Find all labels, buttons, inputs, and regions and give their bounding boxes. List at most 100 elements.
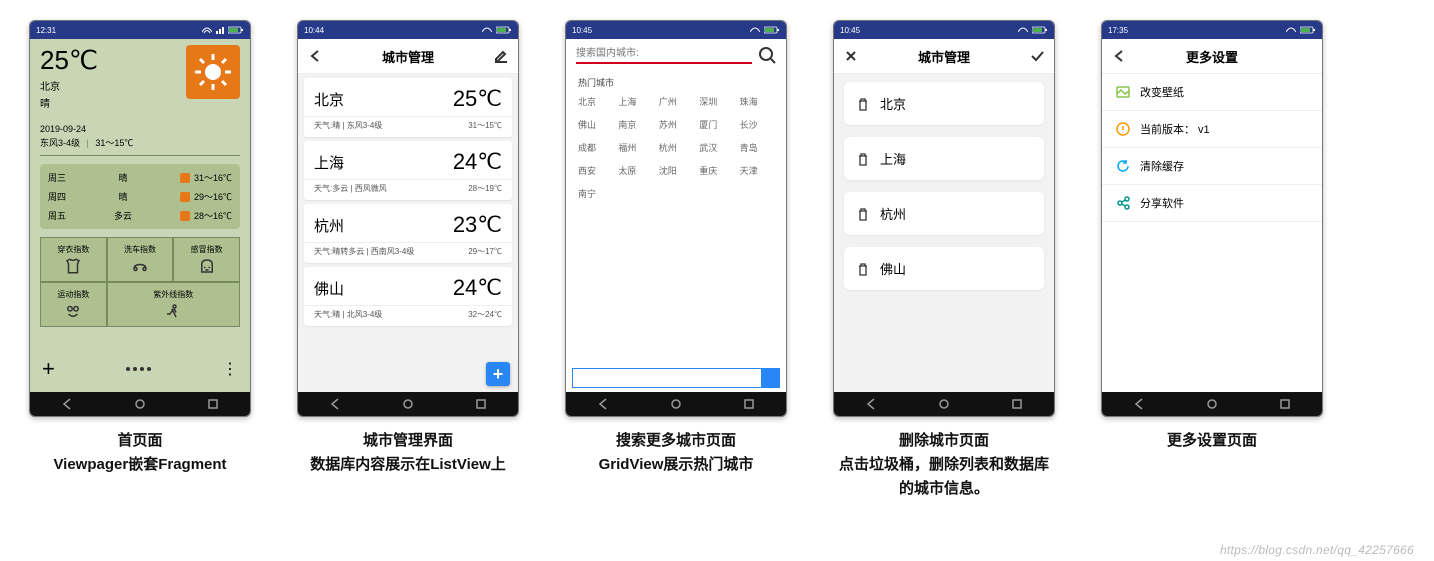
settings-label: 分享软件 — [1140, 195, 1184, 211]
status-bar: 10:45 — [834, 21, 1054, 39]
trash-icon[interactable] — [856, 152, 870, 166]
current-city: 北京 — [40, 78, 98, 93]
settings-item[interactable]: 分享软件 — [1102, 185, 1322, 222]
city-name: 上海 — [880, 149, 906, 168]
index-cell[interactable]: 洗车指数 — [107, 237, 174, 282]
nav-recent-icon[interactable] — [475, 398, 487, 410]
add-city-button[interactable]: + — [486, 362, 510, 386]
phone-settings: 17:35 更多设置 改变壁纸当前版本： v1清除缓存分享软件 — [1101, 20, 1323, 417]
nav-back-icon[interactable] — [597, 398, 609, 410]
android-navbar — [298, 392, 518, 416]
settings-item[interactable]: 清除缓存 — [1102, 148, 1322, 185]
nav-recent-icon[interactable] — [743, 398, 755, 410]
sun-icon — [180, 192, 190, 202]
back-button[interactable] — [1112, 49, 1126, 63]
nav-home-icon[interactable] — [402, 398, 414, 410]
city-chip[interactable]: 苏州 — [659, 118, 693, 131]
toolbar: 城市管理 — [298, 39, 518, 74]
city-chip[interactable]: 武汉 — [699, 141, 733, 154]
city-chip[interactable]: 长沙 — [740, 118, 774, 131]
settings-item[interactable]: 当前版本： v1 — [1102, 111, 1322, 148]
nav-home-icon[interactable] — [938, 398, 950, 410]
city-card[interactable]: 杭州23℃天气:晴转多云 | 西南风3-4级29～17℃ — [304, 204, 512, 263]
delete-city-card[interactable]: 北京 — [844, 82, 1044, 125]
delete-city-card[interactable]: 上海 — [844, 137, 1044, 180]
sun-icon — [186, 45, 240, 99]
add-button[interactable]: + — [42, 356, 55, 382]
edit-button[interactable] — [494, 49, 508, 63]
wind-range-row: 东风3-4级 | 31～15℃ — [40, 136, 240, 149]
nav-back-icon[interactable] — [865, 398, 877, 410]
nav-recent-icon[interactable] — [207, 398, 219, 410]
city-card[interactable]: 北京25℃天气:晴 | 东风3-4级31～15℃ — [304, 78, 512, 137]
sport-icon — [64, 302, 82, 320]
battery-icon — [228, 26, 244, 34]
city-desc: 天气:晴转多云 | 西南风3-4级 — [314, 246, 414, 257]
city-chip[interactable]: 南宁 — [578, 187, 612, 200]
city-chip[interactable]: 北京 — [578, 95, 612, 108]
search-icon[interactable] — [758, 46, 776, 64]
city-chip[interactable]: 珠海 — [740, 95, 774, 108]
city-card[interactable]: 佛山24℃天气:晴 | 北风3-4级32～24℃ — [304, 267, 512, 326]
city-chip[interactable]: 太原 — [618, 164, 652, 177]
back-button[interactable] — [308, 49, 322, 63]
city-range: 29～17℃ — [468, 246, 502, 257]
close-button[interactable] — [844, 49, 858, 63]
city-chip[interactable]: 天津 — [740, 164, 774, 177]
city-card[interactable]: 上海24℃天气:多云 | 西风微风28～19℃ — [304, 141, 512, 200]
index-cell[interactable]: 运动指数 — [40, 282, 107, 327]
index-cell[interactable]: 穿衣指数 — [40, 237, 107, 282]
city-chip[interactable]: 上海 — [618, 95, 652, 108]
section-title: 热门城市 — [578, 76, 774, 89]
nav-home-icon[interactable] — [1206, 398, 1218, 410]
watermark-text: https://blog.csdn.net/qq_42257666 — [1220, 543, 1414, 557]
city-chip[interactable]: 佛山 — [578, 118, 612, 131]
status-time: 17:35 — [1108, 26, 1128, 35]
city-chip[interactable]: 深圳 — [699, 95, 733, 108]
trash-icon[interactable] — [856, 97, 870, 111]
city-chip[interactable]: 青岛 — [740, 141, 774, 154]
page-title: 更多设置 — [1126, 47, 1298, 66]
bottom-input[interactable] — [573, 369, 761, 387]
nav-back-icon[interactable] — [1133, 398, 1145, 410]
car-icon — [131, 257, 149, 275]
confirm-button[interactable] — [1030, 49, 1044, 63]
delete-city-card[interactable]: 杭州 — [844, 192, 1044, 235]
forecast-row: 周五 多云28～16℃ — [48, 206, 232, 225]
nav-home-icon[interactable] — [134, 398, 146, 410]
forecast-row: 周三 晴31～16℃ — [48, 168, 232, 187]
home-body: 25℃ 北京 晴 2019-09-24 东风3-4级 | 31～15℃ 周 — [30, 39, 250, 392]
toolbar: 城市管理 — [834, 39, 1054, 74]
bottom-submit-button[interactable] — [761, 369, 779, 387]
status-time: 10:45 — [840, 26, 860, 35]
city-chip[interactable]: 南京 — [618, 118, 652, 131]
city-chip[interactable]: 成都 — [578, 141, 612, 154]
nav-recent-icon[interactable] — [1011, 398, 1023, 410]
delete-city-card[interactable]: 佛山 — [844, 247, 1044, 290]
trash-icon[interactable] — [856, 207, 870, 221]
nav-recent-icon[interactable] — [1279, 398, 1291, 410]
status-bar: 10:44 — [298, 21, 518, 39]
sun-icon — [180, 173, 190, 183]
nav-back-icon[interactable] — [329, 398, 341, 410]
phone-search: 10:45 热门城市 北京上海广州深圳珠海佛山南京苏州厦门长沙成都福州杭州武汉青… — [565, 20, 787, 417]
city-chip[interactable]: 杭州 — [659, 141, 693, 154]
screen-caption: 更多设置页面 — [1167, 429, 1257, 453]
index-cell[interactable]: 感冒指数 — [173, 237, 240, 282]
nav-home-icon[interactable] — [670, 398, 682, 410]
city-list[interactable]: 北京25℃天气:晴 | 东风3-4级31～15℃上海24℃天气:多云 | 西风微… — [298, 74, 518, 392]
more-button[interactable]: ⋮ — [222, 359, 238, 379]
city-chip[interactable]: 广州 — [659, 95, 693, 108]
android-navbar — [834, 392, 1054, 416]
index-cell[interactable]: 紫外线指数 — [107, 282, 240, 327]
search-input[interactable] — [576, 45, 752, 64]
hot-cities-section: 热门城市 北京上海广州深圳珠海佛山南京苏州厦门长沙成都福州杭州武汉青岛西安太原沈… — [566, 70, 786, 368]
nav-back-icon[interactable] — [61, 398, 73, 410]
city-chip[interactable]: 厦门 — [699, 118, 733, 131]
city-chip[interactable]: 重庆 — [699, 164, 733, 177]
city-chip[interactable]: 沈阳 — [659, 164, 693, 177]
city-chip[interactable]: 福州 — [618, 141, 652, 154]
trash-icon[interactable] — [856, 262, 870, 276]
city-chip[interactable]: 西安 — [578, 164, 612, 177]
settings-item[interactable]: 改变壁纸 — [1102, 74, 1322, 111]
